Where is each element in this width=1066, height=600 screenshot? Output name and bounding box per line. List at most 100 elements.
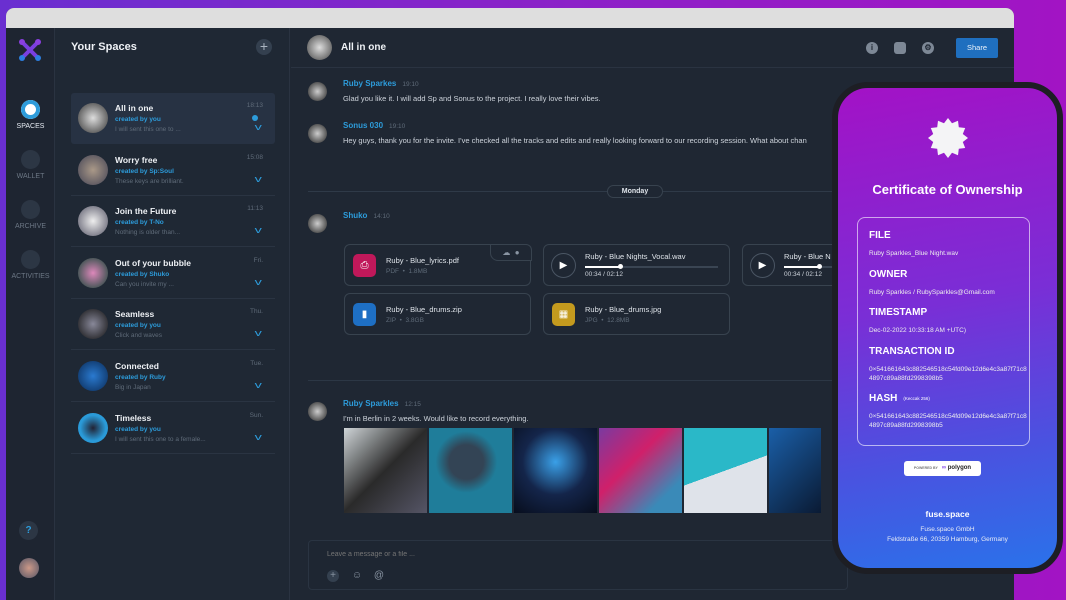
chevron-down-icon[interactable]: v	[254, 328, 261, 338]
more-icon[interactable]: ●	[515, 248, 520, 257]
audio-card[interactable]: ▶ Ruby - Blue Nights_Vocal.wav 00:34 / 02:…	[543, 244, 730, 286]
gallery-image[interactable]	[684, 428, 767, 513]
chevron-down-icon[interactable]: v	[254, 432, 261, 442]
file-name: Ruby - Blue_drums.jpg	[585, 305, 662, 314]
nav-label: ARCHIVE	[14, 223, 47, 230]
message-author: Ruby Sparkles 12:15	[343, 399, 421, 408]
gear-icon[interactable]: ⚙	[922, 42, 934, 54]
space-item[interactable]: Join the Future created by T-No Nothing …	[71, 196, 275, 248]
space-preview: I will sent this one to a female...	[115, 435, 206, 443]
file-card[interactable]: ▦ Ruby - Blue_drums.jpg JPG • 12.8MB	[543, 293, 730, 335]
file-name: Ruby - Blue N	[784, 252, 831, 261]
nav-label: SPACES	[16, 123, 45, 130]
upload-icon[interactable]: ☁	[502, 248, 510, 257]
space-preview: Nothing is older than...	[115, 229, 181, 237]
message-text: I'm in Berlin in 2 weeks. Would like to …	[343, 414, 529, 423]
chevron-down-icon[interactable]: v	[254, 277, 261, 287]
plus-icon[interactable]: +	[327, 570, 339, 582]
message-time: 14:10	[373, 213, 390, 220]
message-time: 12:15	[404, 401, 421, 408]
gallery-image[interactable]	[769, 428, 821, 513]
emoji-icon[interactable]: ☺	[351, 570, 363, 582]
file-size: 3.8GB	[405, 317, 424, 324]
space-title: Out of your bubble	[115, 257, 192, 268]
space-item[interactable]: Seamless created by you Click and waves …	[71, 299, 275, 351]
space-title: Join the Future	[115, 206, 177, 217]
chevron-down-icon[interactable]: v	[254, 122, 261, 132]
chevron-down-icon[interactable]: v	[254, 174, 261, 184]
logo-icon	[19, 39, 41, 61]
chat-title: All in one	[341, 42, 386, 53]
space-title: Timeless	[115, 412, 152, 423]
nav-archive[interactable]: ARCHIVE	[6, 200, 55, 230]
tx-value: 0×541661643c882546518c54fd09e12d6e4c3a87…	[869, 366, 1027, 382]
message-input[interactable]	[327, 551, 418, 558]
space-time: Thu.	[249, 308, 263, 316]
audio-time: 00:34 / 02:12	[585, 271, 623, 278]
file-name: Ruby - Blue Nights_Vocal.wav	[585, 252, 686, 261]
space-item[interactable]: Worry free created by Sp:Soul These keys…	[71, 145, 275, 196]
company-address: Fuse.space GmbH Feldstraße 66, 20359 Hamb…	[838, 525, 1057, 545]
author-name: Ruby Sparkes	[343, 79, 397, 88]
owner-value: Ruby Sparkles / RubySparkles@Gmail.com	[869, 289, 995, 296]
polygon-label: polygon	[947, 465, 972, 471]
address: Feldstraße 66, 20359 Hamburg, Germany	[887, 536, 1008, 543]
file-card[interactable]: ▮ Ruby - Blue_drums.zip ZIP • 3.8GB	[344, 293, 531, 335]
nav-wallet[interactable]: WALLET	[6, 150, 55, 180]
message-text: Glad you like it. I will add Sp and Sonu…	[343, 94, 601, 103]
space-avatar	[78, 309, 108, 340]
pdf-icon: ⎙	[353, 254, 376, 277]
play-button[interactable]: ▶	[750, 253, 775, 278]
window-titlebar	[6, 8, 1014, 28]
chevron-down-icon[interactable]: v	[254, 380, 261, 390]
gallery-image[interactable]	[514, 428, 597, 513]
message-text: Hey guys, thank you for the invite. I've…	[343, 136, 807, 145]
space-avatar	[78, 257, 108, 288]
space-creator: created by you	[115, 425, 161, 433]
space-item[interactable]: Connected created by Ruby Big in Japan T…	[71, 351, 275, 402]
message-author: Sonus 030 19:10	[343, 121, 405, 130]
chevron-down-icon[interactable]: v	[254, 225, 261, 235]
message-author: Ruby Sparkes 19:10	[343, 79, 419, 88]
user-avatar[interactable]	[19, 558, 39, 578]
image-gallery	[344, 428, 821, 513]
file-actions[interactable]: ☁ ●	[490, 244, 532, 261]
gallery-image[interactable]	[599, 428, 682, 513]
message-composer[interactable]: + ☺ @	[308, 540, 848, 590]
polygon-badge: POWERED BY ∞ polygon	[904, 461, 981, 476]
gallery-image[interactable]	[429, 428, 512, 513]
members-icon[interactable]	[894, 42, 906, 54]
zip-icon: ▮	[353, 303, 376, 326]
share-button[interactable]: Share	[956, 38, 998, 58]
nav-activities[interactable]: ACTIVITIES	[6, 250, 55, 280]
space-item[interactable]: All in one created by you I will sent th…	[71, 93, 275, 144]
message-time: 19:10	[389, 123, 406, 130]
file-name: Ruby - Blue_drums.zip	[386, 305, 462, 314]
avatar	[308, 402, 327, 421]
add-space-button[interactable]: +	[256, 39, 272, 55]
hash-label: HASH (Keccak 256)	[869, 393, 930, 404]
space-preview: I will sent this one to ...	[115, 126, 181, 133]
polygon-icon: ∞	[941, 465, 947, 471]
audio-time: 00:34 / 02:12	[784, 271, 822, 278]
gallery-image[interactable]	[344, 428, 427, 513]
file-card[interactable]: ⎙ Ruby - Blue_lyrics.pdf PDF • 1.8MB ☁ ●	[344, 244, 532, 286]
audio-progress[interactable]	[585, 264, 718, 269]
nav-spaces[interactable]: SPACES	[6, 100, 55, 130]
certificate-phone: Certificate of Ownership FILE Ruby Spark…	[832, 82, 1063, 574]
file-label: FILE	[869, 230, 891, 241]
space-item[interactable]: Timeless created by you I will sent this…	[71, 403, 275, 454]
powered-by: POWERED BY	[913, 466, 938, 470]
play-button[interactable]: ▶	[551, 253, 576, 278]
nav-rail: SPACES WALLET ARCHIVE ACTIVITIES ?	[6, 28, 55, 600]
author-name: Ruby Sparkles	[343, 399, 399, 408]
file-name: Ruby - Blue_lyrics.pdf	[386, 256, 459, 265]
hash-value: 0×541661643c882546518c54fd09e12d6e4c3a87…	[869, 413, 1027, 429]
timestamp-label: TIMESTAMP	[869, 307, 928, 318]
space-title: Seamless	[115, 309, 155, 320]
space-item[interactable]: Out of your bubble created by Shuko Can …	[71, 248, 275, 299]
spaces-panel: Your Spaces + All in one created by you …	[55, 28, 290, 600]
info-icon[interactable]: i	[866, 42, 878, 54]
mention-icon[interactable]: @	[373, 570, 385, 582]
help-button[interactable]: ?	[19, 521, 38, 540]
